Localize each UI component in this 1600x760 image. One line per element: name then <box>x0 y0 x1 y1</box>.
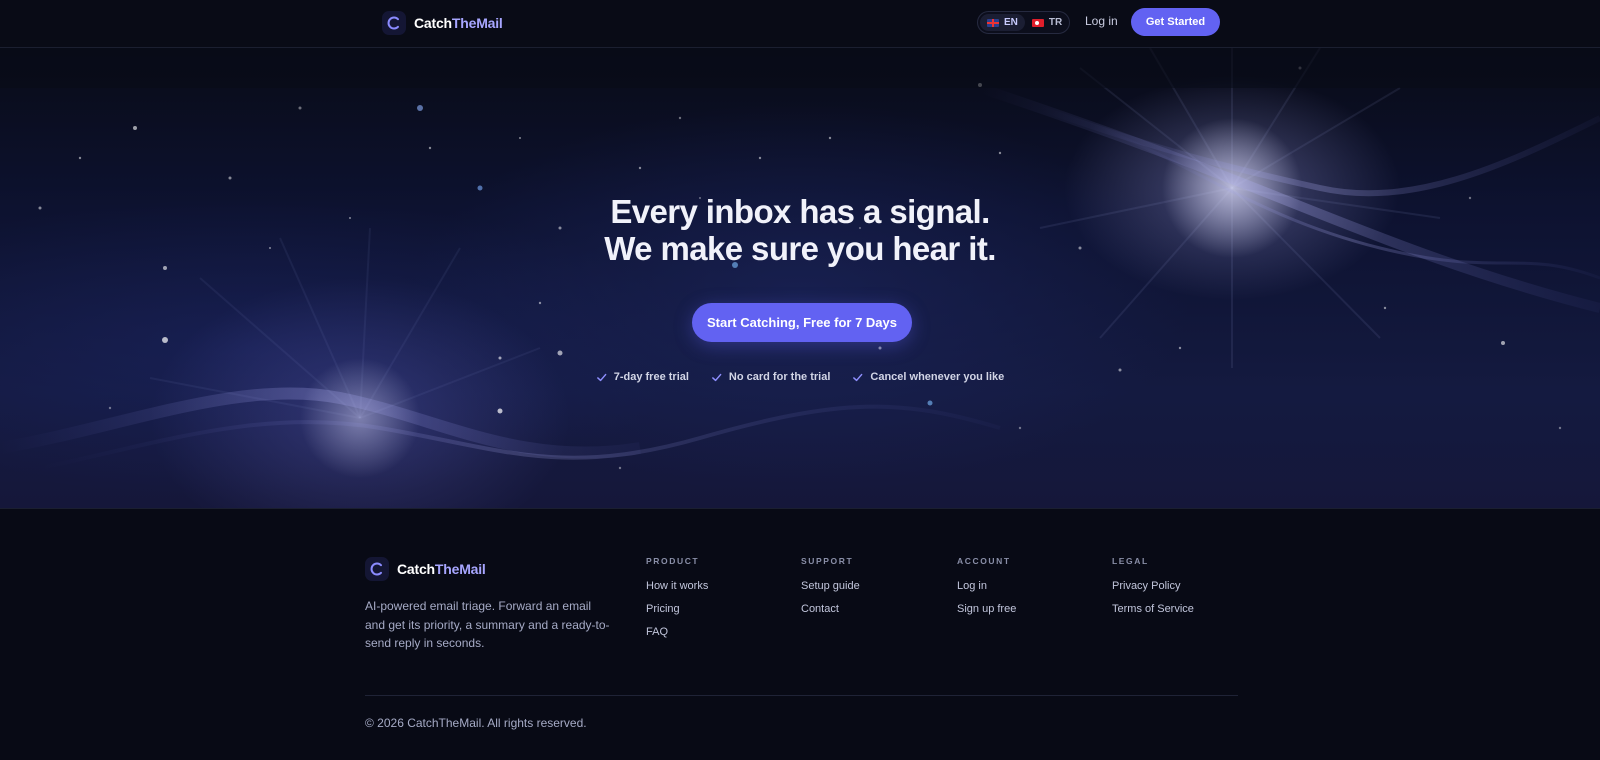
perk-item: 7-day free trial <box>596 371 689 383</box>
check-icon <box>853 373 863 381</box>
check-icon <box>596 373 607 381</box>
footer-column-heading: PRODUCT <box>646 556 700 566</box>
perk-item: No card for the trial <box>711 371 830 383</box>
footer-column-heading: ACCOUNT <box>957 556 1011 566</box>
logo-c-icon <box>365 557 389 581</box>
footer-brand-name: CatchTheMail <box>397 561 486 577</box>
start-catching-button[interactable]: Start Catching, Free for 7 Days <box>692 303 912 342</box>
perk-item: Cancel whenever you like <box>852 371 1004 383</box>
tr-flag-icon <box>1031 18 1044 27</box>
footer-column-product: PRODUCT How it works Pricing FAQ <box>646 556 708 649</box>
hero-section: Every inbox has a signal. We make sure y… <box>0 48 1600 509</box>
nav-login-link[interactable]: Log in <box>1085 14 1118 28</box>
footer-column-account: ACCOUNT Log in Sign up free <box>957 556 1016 626</box>
lang-option-en[interactable]: EN <box>980 14 1025 31</box>
language-switcher: EN TR <box>977 11 1070 34</box>
perks-list: 7-day free trial No card for the trial C… <box>0 371 1600 383</box>
uk-flag-icon <box>987 18 999 27</box>
footer-link-sign-up[interactable]: Sign up free <box>957 603 1016 615</box>
site-footer: CatchTheMail AI-powered email triage. Fo… <box>0 510 1600 760</box>
check-icon <box>712 373 722 381</box>
footer-link-faq[interactable]: FAQ <box>646 626 708 638</box>
footer-link-contact[interactable]: Contact <box>801 603 860 615</box>
footer-link-setup-guide[interactable]: Setup guide <box>801 580 860 592</box>
footer-brand: CatchTheMail <box>365 557 486 581</box>
copyright-text: © 2026 CatchTheMail. All rights reserved… <box>365 716 587 730</box>
footer-divider <box>365 695 1238 696</box>
footer-link-log-in[interactable]: Log in <box>957 580 1016 592</box>
logo-c-icon <box>382 11 406 35</box>
footer-column-support: SUPPORT Setup guide Contact <box>801 556 860 626</box>
brand-name: CatchTheMail <box>414 15 503 31</box>
footer-description: AI-powered email triage. Forward an emai… <box>365 599 610 650</box>
footer-column-heading: LEGAL <box>1112 556 1149 566</box>
footer-link-privacy-policy[interactable]: Privacy Policy <box>1112 580 1194 592</box>
top-nav: CatchTheMail EN TR Log in Get Started <box>0 0 1600 48</box>
footer-link-terms-of-service[interactable]: Terms of Service <box>1112 603 1194 615</box>
brand-logo-link[interactable]: CatchTheMail <box>382 11 503 35</box>
get-started-button[interactable]: Get Started <box>1131 8 1220 36</box>
footer-link-how-it-works[interactable]: How it works <box>646 580 708 592</box>
footer-column-heading: SUPPORT <box>801 556 854 566</box>
lang-option-tr[interactable]: TR <box>1025 14 1069 31</box>
starfield-background <box>0 48 1600 478</box>
footer-column-legal: LEGAL Privacy Policy Terms of Service <box>1112 556 1194 626</box>
hero-headline: Every inbox has a signal. We make sure y… <box>604 193 996 267</box>
footer-link-pricing[interactable]: Pricing <box>646 603 708 615</box>
